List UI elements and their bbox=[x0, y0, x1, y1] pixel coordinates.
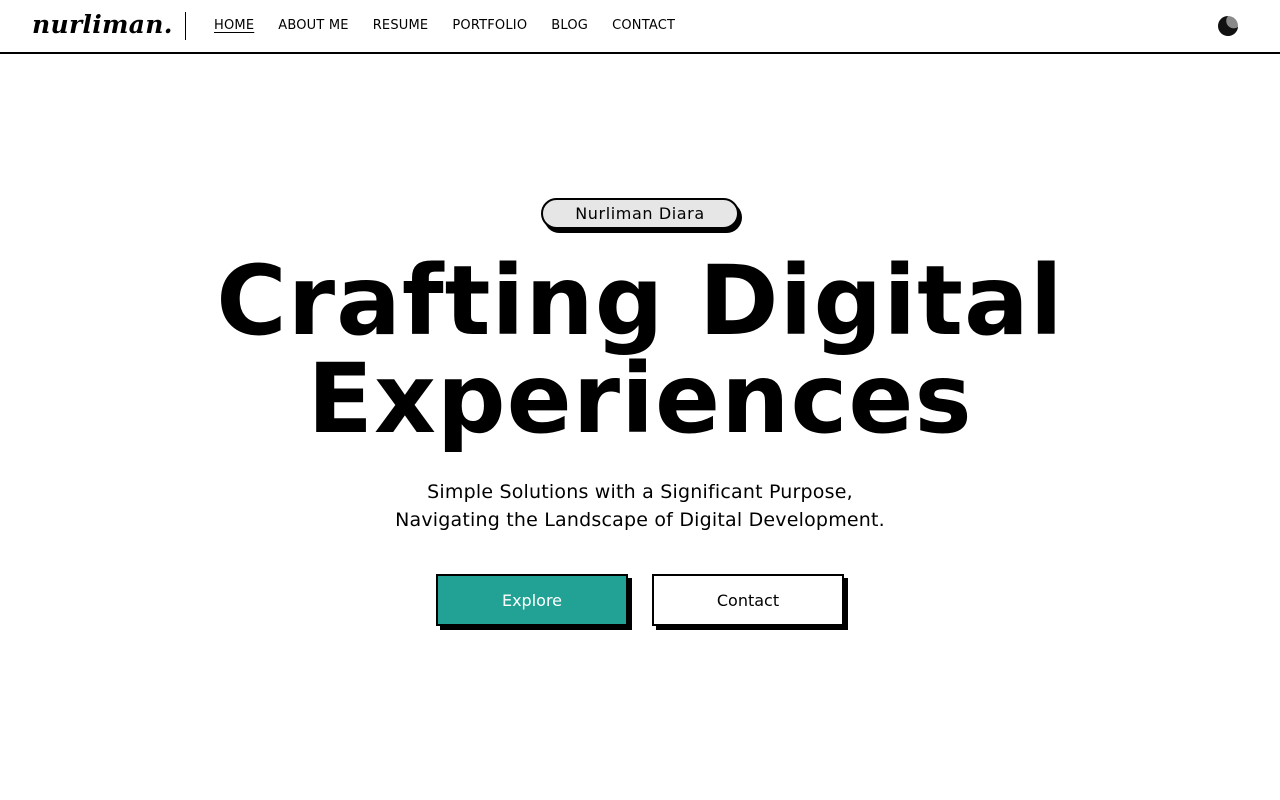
nav-portfolio-link[interactable]: PORTFOLIO bbox=[452, 18, 527, 34]
subtitle-line: Navigating the Landscape of Digital Deve… bbox=[395, 509, 885, 531]
subtitle-line: Simple Solutions with a Significant Purp… bbox=[427, 481, 853, 503]
headline-line: Experiences bbox=[307, 343, 973, 455]
moon-icon bbox=[1218, 16, 1238, 36]
main-nav: HOME ABOUT ME RESUME PORTFOLIO BLOG CONT… bbox=[214, 18, 675, 34]
nav-blog-link[interactable]: BLOG bbox=[551, 18, 588, 34]
nav-contact-link[interactable]: CONTACT bbox=[612, 18, 675, 34]
hero-headline: Crafting Digital Experiences bbox=[40, 252, 1240, 448]
nav-resume-link[interactable]: RESUME bbox=[373, 18, 429, 34]
headline-line: Crafting Digital bbox=[216, 245, 1064, 357]
name-badge: Nurliman Diara bbox=[541, 198, 739, 229]
nav-home-link[interactable]: HOME bbox=[214, 18, 254, 34]
hero-section: Nurliman Diara Crafting Digital Experien… bbox=[0, 54, 1280, 800]
top-navigation-bar: nurliman. HOME ABOUT ME RESUME PORTFOLIO… bbox=[0, 0, 1280, 54]
contact-button[interactable]: Contact bbox=[652, 574, 844, 626]
site-logo[interactable]: nurliman. bbox=[32, 10, 173, 39]
hero-subtitle: Simple Solutions with a Significant Purp… bbox=[240, 478, 1040, 534]
explore-button[interactable]: Explore bbox=[436, 574, 628, 626]
theme-toggle-button[interactable] bbox=[1216, 14, 1240, 38]
nav-about-me-link[interactable]: ABOUT ME bbox=[278, 18, 348, 34]
logo-divider bbox=[185, 12, 186, 40]
